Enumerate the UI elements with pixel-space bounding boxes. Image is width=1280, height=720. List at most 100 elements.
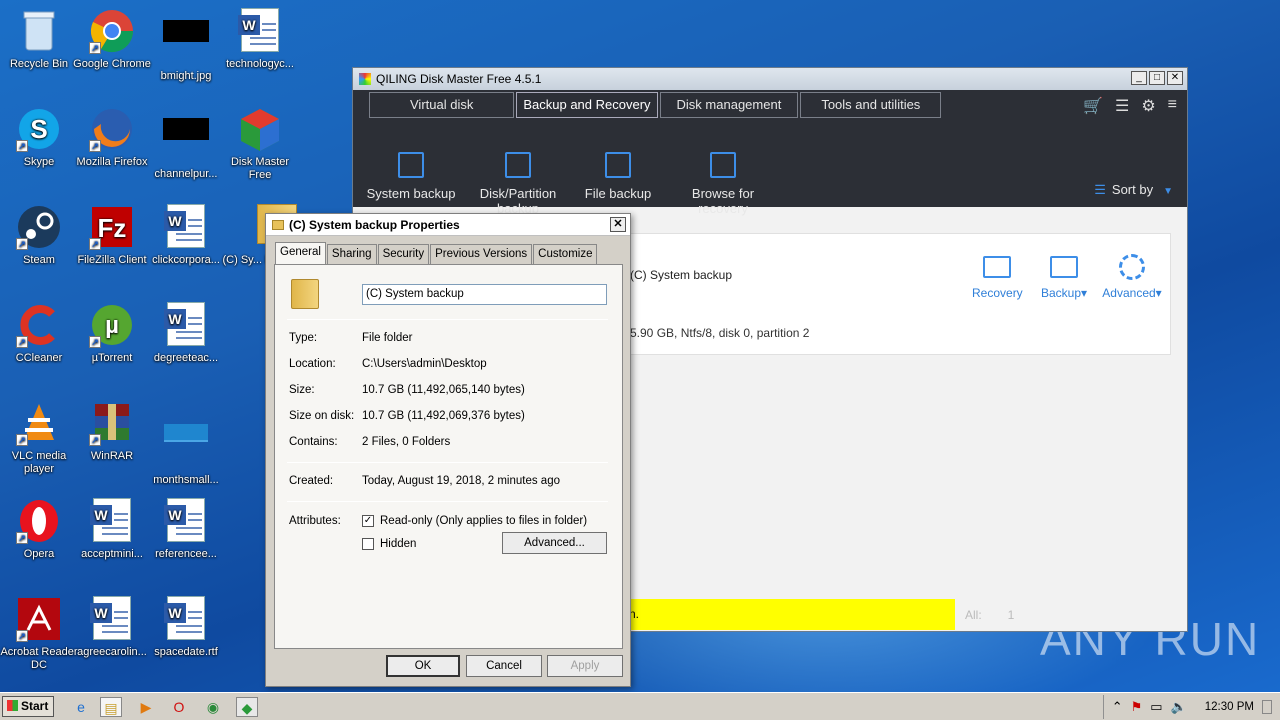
close-button[interactable]: ✕	[610, 217, 626, 232]
start-button[interactable]: Start	[2, 696, 54, 717]
hidden-checkbox[interactable]	[362, 538, 374, 550]
desktop-icon-label: Skype	[23, 156, 55, 168]
cart-icon[interactable]: 🛒	[1083, 96, 1103, 116]
folder-name-input[interactable]: (C) System backup	[362, 284, 607, 305]
image-file-icon	[163, 118, 209, 164]
chrome-icon[interactable]: ◉	[202, 697, 224, 717]
tab-previous-versions[interactable]: Previous Versions	[430, 244, 533, 264]
close-button[interactable]: ✕	[1167, 71, 1183, 85]
tab-backup-recovery[interactable]: Backup and Recovery	[516, 92, 658, 118]
media-player-icon[interactable]: ▶	[135, 697, 157, 717]
desktop-icon-vlc[interactable]: ↗ VLC media player	[0, 400, 78, 476]
desktop-icon-label: VLC media player	[11, 450, 67, 475]
size-value: 10.7 GB (11,492,065,140 bytes)	[362, 384, 525, 396]
skype-icon: S ↗	[16, 106, 62, 152]
image-file-icon	[163, 424, 209, 470]
clock[interactable]: 12:30 PM	[1205, 701, 1254, 713]
explorer-icon[interactable]: ▤	[100, 697, 122, 717]
desktop-icon-label: clickcorpora...	[152, 254, 220, 266]
volume-icon[interactable]: 🔈	[1171, 699, 1187, 715]
desktop-icon-label: agreecarolin...	[77, 646, 147, 658]
advanced-button[interactable]: Advanced...	[502, 532, 607, 554]
backup-dropdown-button[interactable]: Backup▾	[1034, 256, 1094, 300]
ie-icon[interactable]: e	[70, 697, 92, 717]
ok-button[interactable]: OK	[386, 655, 460, 677]
shortcut-arrow-icon: ↗	[89, 42, 101, 54]
tab-virtual-disk[interactable]: Virtual disk	[369, 92, 515, 118]
created-row: Created: Today, August 19, 2018, 2 minute…	[289, 475, 560, 487]
sort-by-dropdown[interactable]: ☰ Sort by ▼	[1094, 182, 1173, 198]
desktop-icon-channelpur[interactable]: channelpur...	[147, 106, 225, 181]
file-backup-button[interactable]: File backup	[573, 152, 663, 201]
desktop-icon-steam[interactable]: ↗ Steam	[0, 204, 78, 267]
type-label: Type:	[289, 332, 318, 344]
chevron-up-icon[interactable]: ⌃	[1112, 699, 1123, 715]
tab-customize[interactable]: Customize	[533, 244, 598, 264]
menu-icon[interactable]: ≡	[1168, 96, 1177, 116]
advanced-dropdown-button[interactable]: Advanced▾	[1099, 254, 1165, 300]
maximize-button[interactable]: □	[1149, 71, 1165, 85]
desktop-icon-opera[interactable]: ↗ Opera	[0, 498, 78, 561]
system-backup-button[interactable]: System backup	[365, 152, 457, 201]
qiling-titlebar[interactable]: QILING Disk Master Free 4.5.1 _ □ ✕	[353, 68, 1187, 90]
disk-master-icon	[237, 106, 283, 152]
desktop-icon-winrar[interactable]: ↗ WinRAR	[73, 400, 151, 463]
apply-button[interactable]: Apply	[547, 655, 623, 677]
desktop-icon-clickcorpora[interactable]: W clickcorpora...	[147, 204, 225, 267]
desktop-icon-bmight[interactable]: bmight.jpg	[147, 8, 225, 83]
desktop-icon-acrobat[interactable]: ↗ Acrobat Reader DC	[0, 596, 78, 672]
desktop-icon-referencee[interactable]: W referencee...	[147, 498, 225, 561]
shortcut-arrow-icon: ↗	[16, 434, 28, 446]
opera-icon: ↗	[16, 498, 62, 544]
desktop-icon-degreeteac[interactable]: W degreeteac...	[147, 302, 225, 365]
recovery-button[interactable]: Recovery	[972, 256, 1023, 300]
svg-text:Fz: Fz	[98, 213, 127, 243]
cancel-button[interactable]: Cancel	[466, 655, 542, 677]
show-desktop-icon[interactable]	[1262, 700, 1272, 714]
desktop-icon-skype[interactable]: S ↗ Skype	[0, 106, 78, 169]
windows-icon	[398, 152, 424, 178]
disk-master-icon[interactable]: ◆	[236, 697, 258, 717]
tab-tools-utilities[interactable]: Tools and utilities	[800, 92, 942, 118]
readonly-checkbox[interactable]: ✓	[362, 515, 374, 527]
word-doc-icon: W	[89, 596, 135, 642]
tab-general[interactable]: General	[275, 242, 326, 264]
winrar-icon: ↗	[89, 400, 135, 446]
vlc-icon: ↗	[16, 400, 62, 446]
properties-titlebar[interactable]: (C) System backup Properties ✕	[266, 214, 630, 236]
tab-disk-management[interactable]: Disk management	[659, 92, 799, 118]
desktop-icon-agreecarolin[interactable]: W agreecarolin...	[73, 596, 151, 659]
general-panel: (C) System backup Type: File folder Locat…	[274, 264, 623, 649]
desktop-icon-monthsmall[interactable]: monthsmall...	[147, 400, 225, 487]
desktop-icon-acceptmini[interactable]: W acceptmini...	[73, 498, 151, 561]
tab-sharing[interactable]: Sharing	[326, 244, 377, 264]
system-backup-label: System backup	[366, 186, 456, 201]
desktop-icon-chrome[interactable]: ↗ Google Chrome	[73, 8, 151, 71]
recovery-icon	[983, 256, 1011, 278]
disk-partition-backup-button[interactable]: Disk/Partition backup	[463, 152, 573, 216]
desktop-icon-technologyc[interactable]: W technologyc...	[221, 8, 299, 71]
list-icon[interactable]: ☰	[1115, 96, 1129, 116]
desktop-icon-ccleaner[interactable]: ↗ CCleaner	[0, 302, 78, 365]
gear-icon[interactable]: ⚙	[1141, 96, 1155, 116]
divider	[287, 501, 608, 502]
desktop-icon-label: acceptmini...	[81, 548, 143, 560]
minimize-button[interactable]: _	[1131, 71, 1147, 85]
shortcut-arrow-icon: ↗	[89, 434, 101, 446]
browse-recovery-button[interactable]: Browse for recovery	[678, 152, 768, 216]
desktop-icon-spacedate[interactable]: W spacedate.rtf	[147, 596, 225, 659]
tab-security[interactable]: Security	[377, 244, 430, 264]
size-on-disk-row: Size on disk: 10.7 GB (11,492,069,376 byt…	[289, 410, 525, 422]
type-row: Type: File folder	[289, 332, 413, 344]
desktop-icon-utorrent[interactable]: µ ↗ µTorrent	[73, 302, 151, 365]
desktop-icon-firefox[interactable]: ↗ Mozilla Firefox	[73, 106, 151, 169]
system-tray: ⌃ ⚑ ▭ 🔈 12:30 PM	[1102, 695, 1280, 719]
desktop-icon-recycle-bin[interactable]: Recycle Bin	[0, 8, 78, 71]
backup-task-card[interactable]: (C) System backup 5.90 GB, Ntfs/8, disk …	[623, 233, 1171, 355]
desktop-icon-disk-master[interactable]: Disk Master Free	[221, 106, 299, 182]
desktop-icon-filezilla[interactable]: Fz ↗ FileZilla Client	[73, 204, 151, 267]
svg-text:µ: µ	[105, 312, 119, 339]
network-icon[interactable]: ▭	[1150, 699, 1162, 715]
opera-icon[interactable]: O	[168, 697, 190, 717]
flag-icon[interactable]: ⚑	[1131, 699, 1143, 715]
